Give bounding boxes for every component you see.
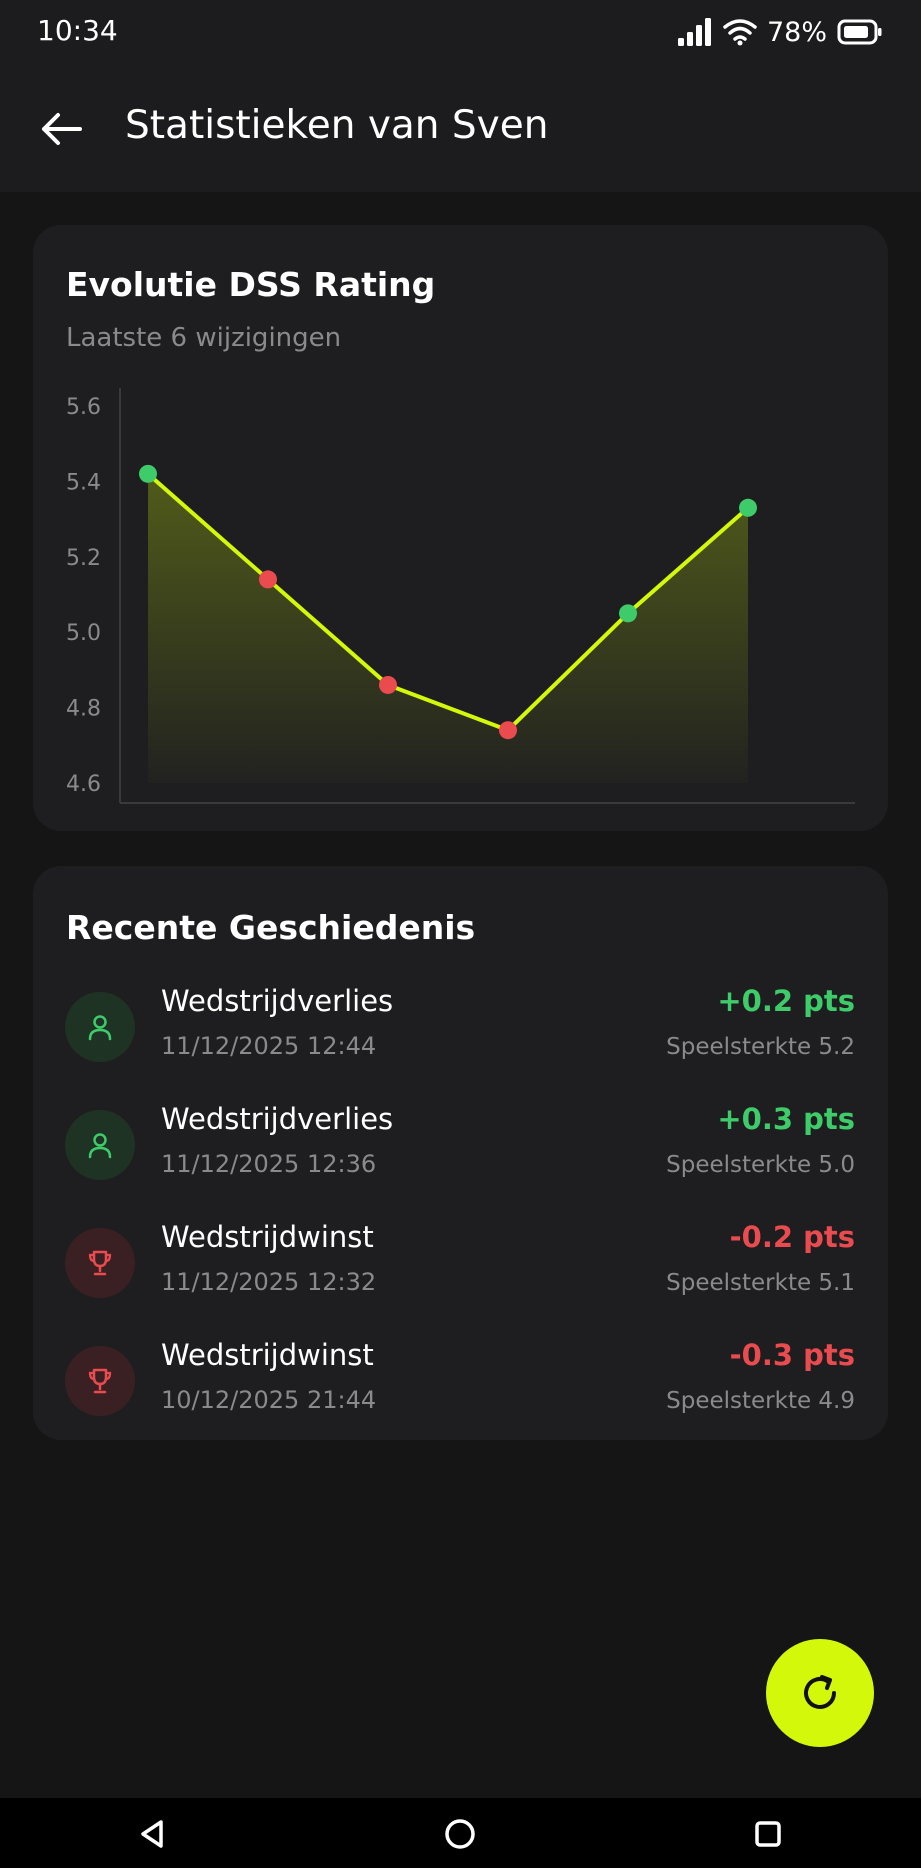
history-card: Recente Geschiedenis Wedstrijdverlies 11… (33, 866, 888, 1440)
back-triangle-icon (141, 1820, 163, 1848)
system-nav-bar (0, 1798, 921, 1868)
arrow-left-icon (42, 113, 82, 145)
history-item-strength: Speelsterkte 5.2 (666, 1034, 855, 1060)
nav-back-button[interactable] (128, 1810, 176, 1858)
y-tick-label: 5.2 (66, 546, 101, 571)
history-item-title: Wedstrijdwinst (161, 1220, 374, 1254)
battery-icon (837, 19, 882, 45)
history-item-icon-badge (65, 992, 135, 1062)
history-item-points: -0.2 pts (729, 1220, 855, 1254)
chart-data-point[interactable] (379, 675, 397, 694)
trophy-icon (88, 1368, 112, 1394)
history-item-strength: Speelsterkte 5.0 (666, 1152, 855, 1178)
user-icon (88, 1015, 112, 1041)
recents-square-icon (755, 1821, 781, 1847)
refresh-button[interactable] (766, 1639, 874, 1747)
status-icons: 78% (677, 14, 883, 50)
y-tick-label: 4.6 (66, 772, 101, 797)
history-item-title: Wedstrijdverlies (161, 984, 394, 1018)
page-title: Statistieken van Sven (125, 103, 549, 148)
history-item-strength: Speelsterkte 5.1 (666, 1270, 855, 1296)
chart-data-point[interactable] (499, 721, 517, 740)
chart-data-point[interactable] (259, 570, 277, 589)
history-item-date: 10/12/2025 21:44 (161, 1386, 377, 1414)
rating-chart-card: Evolutie DSS Rating Laatste 6 wijziginge… (33, 225, 888, 831)
y-tick-label: 5.4 (66, 470, 101, 495)
home-circle-icon (445, 1819, 475, 1849)
back-button[interactable] (30, 98, 92, 160)
history-item-date: 11/12/2025 12:36 (161, 1150, 377, 1178)
history-item-points: -0.3 pts (729, 1338, 855, 1372)
history-item[interactable]: Wedstrijdwinst 10/12/2025 21:44 -0.3 pts… (33, 1324, 888, 1424)
refresh-icon (804, 1675, 836, 1709)
history-item[interactable]: Wedstrijdverlies 11/12/2025 12:44 +0.2 p… (33, 970, 888, 1070)
y-tick-label: 5.0 (66, 621, 101, 646)
history-item-icon-badge (65, 1346, 135, 1416)
app-bar: Statistieken van Sven (0, 62, 921, 192)
chart-data-point[interactable] (619, 604, 637, 623)
status-bar: 10:34 78% (0, 0, 921, 62)
history-item-date: 11/12/2025 12:44 (161, 1032, 377, 1060)
y-tick-label: 5.6 (66, 395, 101, 420)
battery-percent: 78% (766, 16, 827, 48)
history-item-strength: Speelsterkte 4.9 (666, 1388, 855, 1414)
chart-data-point[interactable] (739, 498, 757, 517)
history-item-points: +0.2 pts (717, 984, 855, 1018)
chart-data-point[interactable] (139, 464, 157, 483)
chart-area-fill (148, 473, 748, 783)
history-item[interactable]: Wedstrijdverlies 11/12/2025 12:36 +0.3 p… (33, 1088, 888, 1188)
nav-recents-button[interactable] (744, 1810, 792, 1858)
status-time: 10:34 (37, 14, 118, 47)
history-item-points: +0.3 pts (717, 1102, 855, 1136)
user-icon (88, 1133, 112, 1159)
history-title: Recente Geschiedenis (66, 908, 476, 947)
history-item-title: Wedstrijdverlies (161, 1102, 394, 1136)
rating-chart: 5.6 5.4 5.2 5.0 4.8 4.6 (66, 388, 855, 804)
history-item-icon-badge (65, 1228, 135, 1298)
history-item-date: 11/12/2025 12:32 (161, 1268, 377, 1296)
signal-icon (677, 18, 711, 46)
nav-home-button[interactable] (436, 1810, 484, 1858)
history-item-title: Wedstrijdwinst (161, 1338, 374, 1372)
history-item-icon-badge (65, 1110, 135, 1180)
y-tick-label: 4.8 (66, 697, 101, 722)
history-item[interactable]: Wedstrijdwinst 11/12/2025 12:32 -0.2 pts… (33, 1206, 888, 1306)
wifi-icon (723, 19, 757, 46)
trophy-icon (88, 1250, 112, 1276)
